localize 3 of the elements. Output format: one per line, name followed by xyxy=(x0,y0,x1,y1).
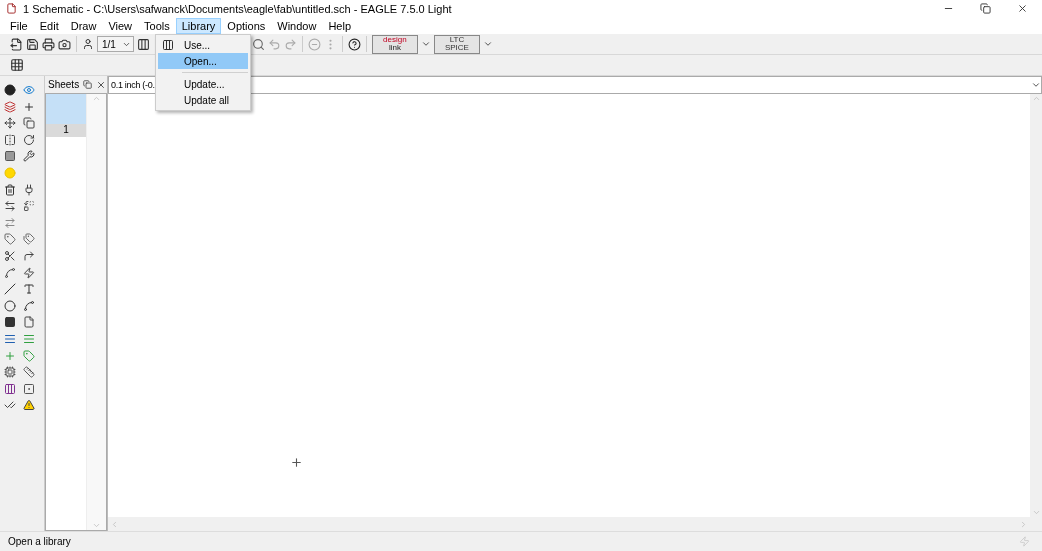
status-text: Open a library xyxy=(8,536,71,547)
window-title: 1 Schematic - C:\Users\safwanck\Documents\eagle\fab\untitled.sch - EAGLE 7.5.0 Light xyxy=(23,2,453,15)
panel-title: Sheets xyxy=(48,79,80,90)
